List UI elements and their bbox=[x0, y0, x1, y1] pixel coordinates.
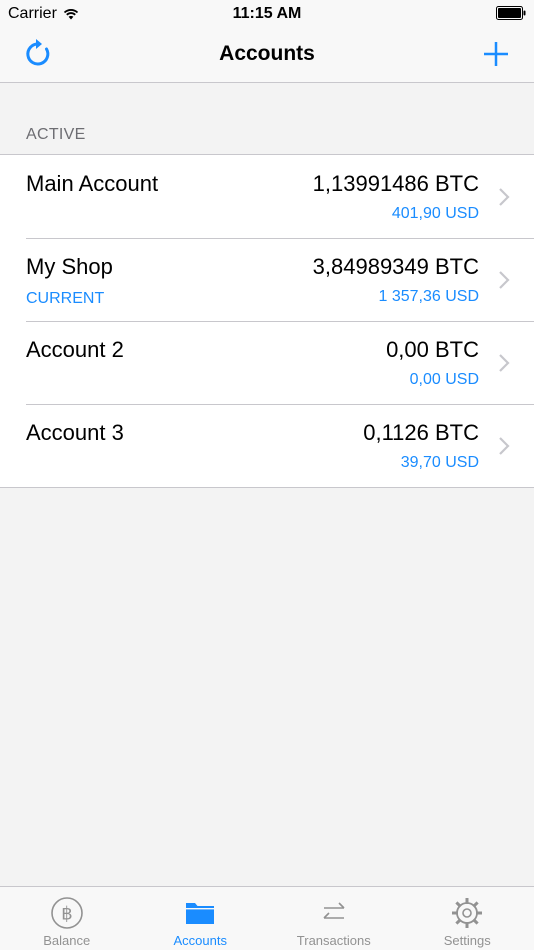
account-btc-balance: 3,84989349 BTC bbox=[312, 254, 479, 279]
battery-icon bbox=[496, 6, 526, 20]
account-row[interactable]: Account 2 0,00 BTC 0,00 USD bbox=[0, 321, 534, 404]
navigation-bar: Accounts bbox=[0, 30, 534, 83]
account-name: My Shop bbox=[26, 254, 113, 279]
chevron-right-icon bbox=[499, 271, 510, 289]
account-btc-balance: 1,13991486 BTC bbox=[312, 171, 479, 196]
status-bar: Carrier 11:15 AM bbox=[0, 0, 534, 30]
tab-transactions[interactable]: Transactions bbox=[267, 887, 401, 950]
transfer-arrows-icon bbox=[323, 902, 345, 919]
account-name: Main Account bbox=[26, 171, 159, 196]
account-usd-balance: 39,70 USD bbox=[400, 454, 479, 471]
tab-settings[interactable]: Settings bbox=[401, 887, 534, 950]
account-row[interactable]: Main Account 1,13991486 BTC 401,90 USD bbox=[0, 155, 534, 238]
folder-icon bbox=[186, 903, 215, 924]
chevron-right-icon bbox=[499, 354, 510, 372]
account-usd-balance: 1 357,36 USD bbox=[378, 288, 479, 305]
bitcoin-icon: ฿ bbox=[50, 897, 83, 929]
tab-bar: ฿ Balance Accounts Transactions Settings bbox=[0, 886, 534, 950]
tab-label: Accounts bbox=[173, 933, 227, 948]
account-name: Account 2 bbox=[26, 337, 124, 362]
page-title: Accounts bbox=[219, 42, 315, 65]
tab-label: Balance bbox=[43, 933, 91, 948]
section-header: ACTIVE bbox=[26, 126, 86, 143]
chevron-right-icon bbox=[499, 188, 510, 206]
tab-label: Transactions bbox=[296, 933, 371, 948]
account-btc-balance: 0,00 BTC bbox=[386, 337, 479, 362]
tab-accounts[interactable]: Accounts bbox=[134, 887, 268, 950]
svg-text:฿: ฿ bbox=[61, 904, 72, 925]
account-row[interactable]: My Shop CURRENT 3,84989349 BTC 1 357,36 … bbox=[0, 238, 534, 321]
account-usd-balance: 0,00 USD bbox=[409, 371, 479, 388]
add-account-button[interactable] bbox=[480, 38, 512, 70]
gear-icon bbox=[452, 898, 483, 928]
current-account-label: CURRENT bbox=[26, 290, 105, 307]
account-usd-balance: 401,90 USD bbox=[391, 205, 479, 222]
accounts-list: Main Account 1,13991486 BTC 401,90 USD M… bbox=[0, 154, 534, 488]
tab-label: Settings bbox=[443, 933, 491, 948]
chevron-right-icon bbox=[499, 437, 510, 455]
account-name: Account 3 bbox=[26, 420, 124, 445]
account-row[interactable]: Account 3 0,1126 BTC 39,70 USD bbox=[0, 404, 534, 487]
account-btc-balance: 0,1126 BTC bbox=[363, 420, 479, 445]
status-time: 11:15 AM bbox=[232, 5, 302, 22]
tab-balance[interactable]: ฿ Balance bbox=[0, 887, 134, 950]
